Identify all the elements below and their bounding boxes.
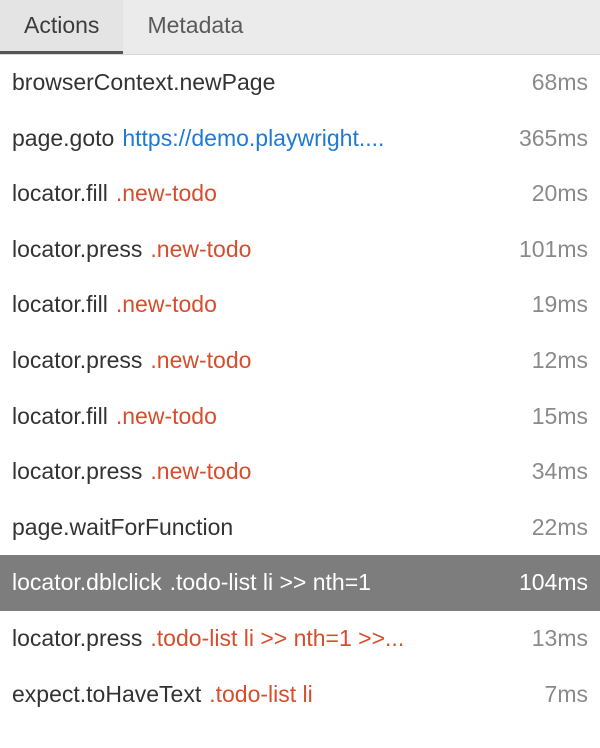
action-row[interactable]: locator.press .new-todo 101ms xyxy=(0,222,600,278)
action-row-left: locator.fill .new-todo xyxy=(12,291,520,319)
action-api: locator.dblclick xyxy=(12,569,162,597)
action-row[interactable]: locator.press .todo-list li >> nth=1 >>..… xyxy=(0,611,600,667)
action-duration: 12ms xyxy=(532,347,588,375)
action-row[interactable]: page.goto https://demo.playwright.... 365m… xyxy=(0,111,600,167)
action-api: locator.press xyxy=(12,625,142,653)
action-duration: 19ms xyxy=(532,291,588,319)
action-api: browserContext.newPage xyxy=(12,69,275,97)
action-row[interactable]: locator.fill .new-todo 19ms xyxy=(0,277,600,333)
tab-metadata[interactable]: Metadata xyxy=(123,0,267,54)
action-arg: .new-todo xyxy=(150,458,251,486)
action-duration: 22ms xyxy=(532,514,588,542)
action-row[interactable]: expect.toHaveText .todo-list li 7ms xyxy=(0,667,600,723)
action-duration: 20ms xyxy=(532,180,588,208)
action-row-left: locator.press .todo-list li >> nth=1 >>..… xyxy=(12,625,520,653)
action-duration: 68ms xyxy=(532,69,588,97)
action-arg: https://demo.playwright.... xyxy=(122,125,384,153)
action-arg: .todo-list li >> nth=1 >>... xyxy=(150,625,404,653)
action-duration: 101ms xyxy=(519,236,588,264)
action-duration: 34ms xyxy=(532,458,588,486)
action-row[interactable]: page.waitForFunction 22ms xyxy=(0,500,600,556)
action-api: locator.press xyxy=(12,236,142,264)
action-row[interactable]: locator.fill .new-todo 20ms xyxy=(0,166,600,222)
action-duration: 13ms xyxy=(532,625,588,653)
action-row-left: page.goto https://demo.playwright.... xyxy=(12,125,507,153)
action-row-left: locator.press .new-todo xyxy=(12,347,520,375)
action-duration: 7ms xyxy=(545,681,588,709)
action-row-left: locator.dblclick .todo-list li >> nth=1 xyxy=(12,569,507,597)
action-row[interactable]: locator.fill .new-todo 15ms xyxy=(0,389,600,445)
action-arg: .new-todo xyxy=(116,403,217,431)
action-api: locator.fill xyxy=(12,403,108,431)
action-api: expect.toHaveText xyxy=(12,681,201,709)
action-row-left: locator.fill .new-todo xyxy=(12,180,520,208)
action-api: locator.fill xyxy=(12,291,108,319)
action-row-left: expect.toHaveText .todo-list li xyxy=(12,681,533,709)
action-row[interactable]: locator.press .new-todo 12ms xyxy=(0,333,600,389)
action-api: page.goto xyxy=(12,125,114,153)
action-duration: 15ms xyxy=(532,403,588,431)
action-api: locator.press xyxy=(12,458,142,486)
action-duration: 365ms xyxy=(519,125,588,153)
action-list: browserContext.newPage 68ms page.goto https… xyxy=(0,55,600,722)
action-api: locator.press xyxy=(12,347,142,375)
action-api: locator.fill xyxy=(12,180,108,208)
action-row-left: locator.fill .new-todo xyxy=(12,403,520,431)
action-row-left: locator.press .new-todo xyxy=(12,458,520,486)
action-arg: .new-todo xyxy=(150,347,251,375)
action-row-left: locator.press .new-todo xyxy=(12,236,507,264)
action-api: page.waitForFunction xyxy=(12,514,233,542)
action-duration: 104ms xyxy=(519,569,588,597)
action-row[interactable]: locator.press .new-todo 34ms xyxy=(0,444,600,500)
action-arg: .new-todo xyxy=(150,236,251,264)
action-row-left: page.waitForFunction xyxy=(12,514,520,542)
tab-actions[interactable]: Actions xyxy=(0,0,123,54)
action-row[interactable]: locator.dblclick .todo-list li >> nth=1 10… xyxy=(0,555,600,611)
action-arg: .todo-list li >> nth=1 xyxy=(170,569,371,597)
action-row[interactable]: browserContext.newPage 68ms xyxy=(0,55,600,111)
tab-bar: Actions Metadata xyxy=(0,0,600,55)
action-row-left: browserContext.newPage xyxy=(12,69,520,97)
action-arg: .new-todo xyxy=(116,180,217,208)
action-arg: .todo-list li xyxy=(209,681,313,709)
action-arg: .new-todo xyxy=(116,291,217,319)
